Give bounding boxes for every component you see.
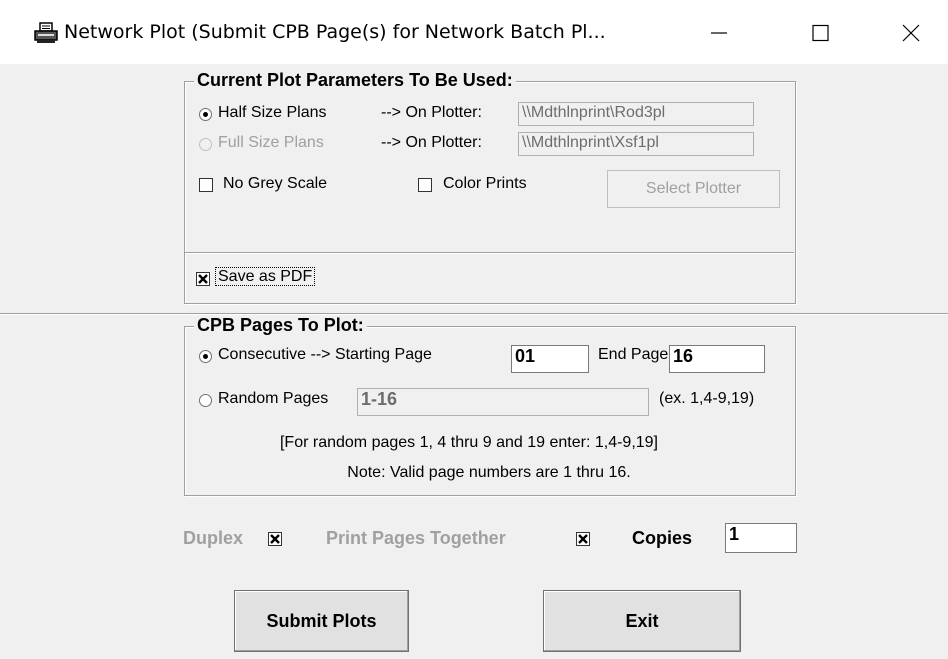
- half-plotter-label: --> On Plotter:: [381, 104, 482, 121]
- title-bar: Network Plot (Submit CPB Page(s) for Net…: [0, 0, 948, 64]
- end-page-label: End Page: [598, 346, 669, 363]
- check-mark-icon: [198, 274, 208, 284]
- select-plotter-button: Select Plotter: [607, 170, 780, 208]
- start-page-input[interactable]: 01: [511, 345, 589, 373]
- close-button[interactable]: [888, 14, 934, 52]
- full-size-label: Full Size Plans: [218, 134, 324, 151]
- full-plotter-field: \\Mdthlnprint\Xsf1pl: [518, 132, 754, 156]
- no-grey-scale-label: No Grey Scale: [223, 175, 328, 192]
- half-size-label: Half Size Plans: [218, 104, 327, 121]
- close-icon: [902, 24, 920, 42]
- printer-icon: [34, 22, 58, 43]
- half-plotter-field: \\Mdthlnprint\Rod3pl: [518, 102, 754, 126]
- random-hint-row: [For random pages 1, 4 thru 9 and 19 ent…: [0, 434, 948, 452]
- minimize-icon: [711, 32, 727, 34]
- random-pages-input: 1-16: [357, 388, 649, 416]
- copies-input[interactable]: 1: [725, 523, 797, 553]
- full-plotter-label: --> On Plotter:: [381, 134, 482, 151]
- submit-plots-button[interactable]: Submit Plots: [234, 590, 409, 652]
- end-page-input[interactable]: 16: [669, 345, 765, 373]
- duplex-label: Duplex: [183, 528, 244, 548]
- params-divider: [185, 252, 794, 253]
- window-title: Network Plot (Submit CPB Page(s) for Net…: [64, 21, 606, 43]
- print-together-label: Print Pages Together: [326, 528, 506, 548]
- minimize-button[interactable]: [696, 14, 742, 52]
- random-example-text: (ex. 1,4-9,19): [659, 390, 755, 407]
- consecutive-radio[interactable]: [199, 350, 212, 363]
- maximize-button[interactable]: [797, 14, 843, 52]
- exit-button[interactable]: Exit: [543, 590, 741, 652]
- random-hint-text: [For random pages 1, 4 thru 9 and 19 ent…: [279, 434, 658, 451]
- no-grey-scale-checkbox[interactable]: [199, 178, 213, 192]
- color-prints-label: Color Prints: [443, 175, 527, 192]
- save-pdf-label: Save as PDF: [215, 267, 316, 286]
- duplex-checkbox[interactable]: [268, 532, 282, 546]
- valid-pages-row: Note: Valid page numbers are 1 thru 16.: [0, 464, 948, 482]
- section-separator: [0, 313, 948, 314]
- plot-parameters-legend: Current Plot Parameters To Be Used:: [194, 70, 516, 91]
- half-size-radio[interactable]: [199, 108, 212, 121]
- print-together-checkbox[interactable]: [576, 532, 590, 546]
- random-pages-radio[interactable]: [199, 394, 212, 407]
- full-size-radio: [199, 138, 212, 151]
- check-mark-icon: [270, 534, 280, 544]
- check-mark-icon: [578, 534, 588, 544]
- random-pages-label: Random Pages: [218, 390, 329, 407]
- color-prints-checkbox[interactable]: [418, 178, 432, 192]
- valid-pages-note: Note: Valid page numbers are 1 thru 16.: [347, 464, 631, 481]
- maximize-icon: [812, 24, 829, 42]
- cpb-pages-legend: CPB Pages To Plot:: [194, 315, 367, 336]
- copies-label: Copies: [632, 528, 693, 548]
- save-pdf-checkbox[interactable]: [196, 272, 210, 286]
- consecutive-label: Consecutive --> Starting Page: [218, 346, 432, 363]
- save-pdf-label-wrap: Save as PDF: [215, 267, 316, 286]
